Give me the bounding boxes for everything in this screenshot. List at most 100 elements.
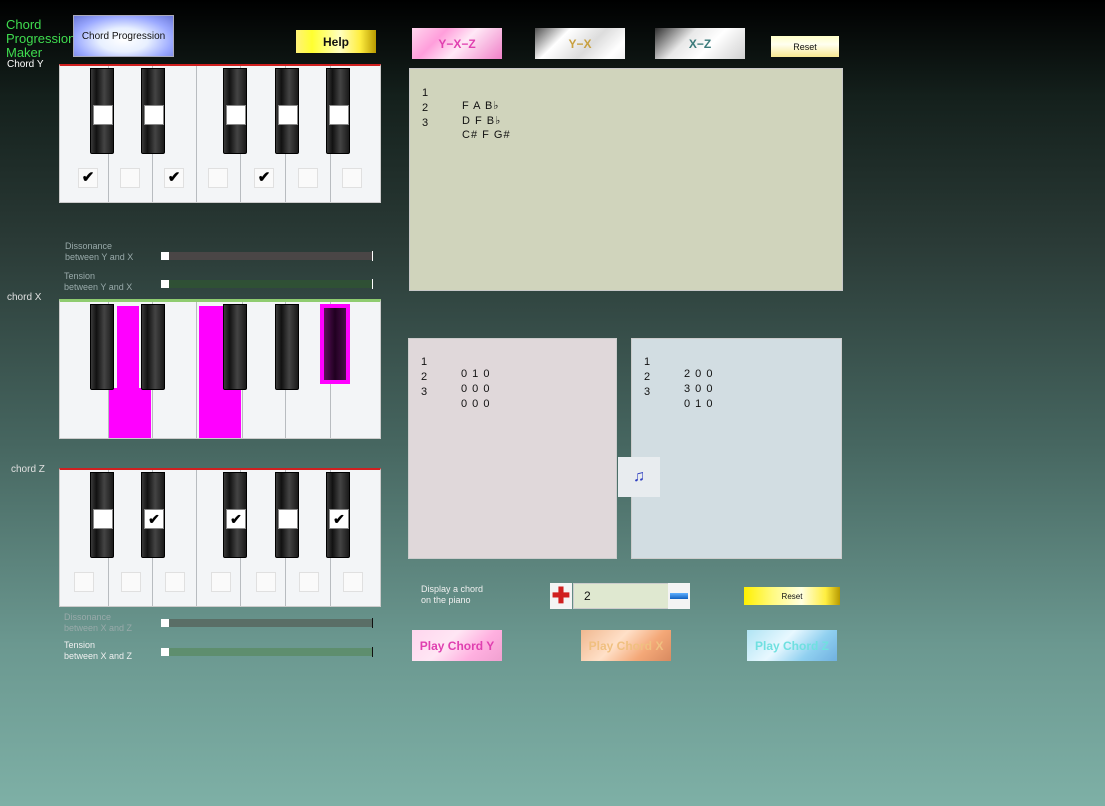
piano-chord-x[interactable] bbox=[59, 299, 381, 439]
help-button[interactable]: Help bbox=[296, 30, 376, 53]
dissonance-xz-line2: between X and Z bbox=[64, 623, 133, 633]
list-item[interactable]: 3 0 0 0 bbox=[421, 374, 489, 410]
play-chord-x-button[interactable]: Play Chord X bbox=[581, 630, 671, 661]
chord-number-input[interactable]: 2 bbox=[573, 583, 678, 609]
tab-x-z[interactable]: X−Z bbox=[655, 28, 745, 59]
tab-y-x[interactable]: Y−X bbox=[535, 28, 625, 59]
list-item-value: 0 0 0 bbox=[461, 398, 491, 410]
key-checkbox[interactable] bbox=[93, 105, 113, 125]
chord-y-label: Chord Y bbox=[7, 59, 44, 70]
tension-yx-thumb[interactable] bbox=[161, 280, 169, 288]
tension-xz-label: Tension between X and Z bbox=[64, 640, 132, 662]
key-checkbox-checked[interactable]: ✔ bbox=[226, 509, 246, 529]
black-key[interactable]: ✔ bbox=[223, 472, 247, 558]
key-checkbox[interactable] bbox=[343, 572, 363, 592]
chord-progression-button[interactable]: Chord Progression bbox=[73, 15, 174, 57]
black-key[interactable] bbox=[223, 304, 247, 390]
chord-list[interactable]: 1 F A B♭ 2 D F B♭ 3 C# F G# bbox=[409, 68, 843, 291]
key-checkbox-checked[interactable]: ✔ bbox=[329, 509, 349, 529]
key-checkbox[interactable] bbox=[256, 572, 276, 592]
display-chord-line1: Display a chord bbox=[421, 584, 484, 594]
black-key[interactable] bbox=[275, 304, 299, 390]
key-checkbox[interactable] bbox=[120, 168, 140, 188]
list-item[interactable]: 1 0 1 0 bbox=[421, 344, 489, 380]
reset-button-bottom[interactable]: Reset bbox=[744, 587, 840, 605]
slider-end-mark bbox=[372, 279, 373, 289]
list-item[interactable]: 1 F A B♭ bbox=[422, 75, 498, 112]
key-checkbox-checked[interactable]: ✔ bbox=[144, 509, 164, 529]
list-item-notes: D F B♭ bbox=[462, 115, 502, 127]
black-key[interactable] bbox=[326, 68, 350, 154]
tension-yx-label: Tension between Y and X bbox=[64, 271, 132, 293]
chord-x-label: chord X bbox=[7, 292, 42, 303]
black-key[interactable] bbox=[90, 472, 114, 558]
list-item-value: 0 1 0 bbox=[461, 368, 491, 380]
reset-button-top[interactable]: Reset bbox=[771, 36, 839, 57]
right-value-list[interactable]: 1 2 0 0 2 3 0 0 3 0 1 0 bbox=[631, 338, 842, 559]
display-chord-line2: on the piano bbox=[421, 595, 471, 605]
piano-chord-z[interactable]: ✔ ✔ ✔ bbox=[59, 468, 381, 607]
slider-end-mark bbox=[372, 647, 373, 657]
highlighted-black-key[interactable] bbox=[320, 304, 350, 384]
key-checkbox[interactable] bbox=[278, 105, 298, 125]
key-checkbox[interactable] bbox=[278, 509, 298, 529]
black-key[interactable] bbox=[141, 304, 165, 390]
app-title-line3: Maker bbox=[6, 45, 43, 60]
key-checkbox-checked[interactable]: ✔ bbox=[78, 168, 98, 188]
list-item[interactable]: 2 3 0 0 bbox=[644, 359, 712, 395]
tension-yx-slider[interactable] bbox=[161, 280, 372, 288]
app-title-line2: Progression bbox=[6, 31, 76, 46]
highlight-extension bbox=[199, 306, 223, 390]
key-checkbox[interactable] bbox=[299, 572, 319, 592]
minus-icon[interactable] bbox=[668, 583, 690, 609]
black-key[interactable]: ✔ bbox=[326, 472, 350, 558]
key-checkbox[interactable] bbox=[121, 572, 141, 592]
black-key[interactable] bbox=[223, 68, 247, 154]
key-checkbox[interactable] bbox=[226, 105, 246, 125]
tension-xz-line1: Tension bbox=[64, 640, 96, 650]
key-checkbox-checked[interactable]: ✔ bbox=[164, 168, 184, 188]
list-item[interactable]: 3 C# F G# bbox=[422, 105, 510, 141]
key-checkbox[interactable] bbox=[342, 168, 362, 188]
black-key[interactable] bbox=[275, 472, 299, 558]
black-key[interactable]: ✔ bbox=[141, 472, 165, 558]
dissonance-xz-thumb[interactable] bbox=[161, 619, 169, 627]
key-checkbox[interactable] bbox=[211, 572, 231, 592]
key-checkbox[interactable] bbox=[93, 509, 113, 529]
black-key[interactable] bbox=[275, 68, 299, 154]
left-value-list[interactable]: 1 0 1 0 2 0 0 0 3 0 0 0 bbox=[408, 338, 617, 559]
play-chord-y-button[interactable]: Play Chord Y bbox=[412, 630, 502, 661]
tension-xz-slider[interactable] bbox=[161, 648, 372, 656]
key-checkbox[interactable] bbox=[208, 168, 228, 188]
key-checkbox[interactable] bbox=[165, 572, 185, 592]
music-notes-icon[interactable]: ♫ bbox=[618, 457, 660, 497]
dissonance-yx-thumb[interactable] bbox=[161, 252, 169, 260]
tab-y-x-z[interactable]: Y−X−Z bbox=[412, 28, 502, 59]
black-key[interactable] bbox=[141, 68, 165, 154]
piano-chord-y[interactable]: ✔ ✔ ✔ bbox=[59, 64, 381, 203]
tension-xz-thumb[interactable] bbox=[161, 648, 169, 656]
list-item-value: 3 0 0 bbox=[684, 383, 714, 395]
key-checkbox[interactable] bbox=[144, 105, 164, 125]
highlighted-white-key[interactable] bbox=[199, 388, 241, 438]
play-chord-z-button[interactable]: Play Chord Z bbox=[747, 630, 837, 661]
key-checkbox-checked[interactable]: ✔ bbox=[254, 168, 274, 188]
dissonance-xz-slider[interactable] bbox=[161, 619, 372, 627]
black-key[interactable] bbox=[90, 304, 114, 390]
list-item[interactable]: 1 2 0 0 bbox=[644, 344, 712, 380]
list-item-value: 0 0 0 bbox=[461, 383, 491, 395]
list-item-notes: C# F G# bbox=[462, 129, 511, 141]
key-checkbox[interactable] bbox=[74, 572, 94, 592]
key-checkbox[interactable] bbox=[298, 168, 318, 188]
dissonance-xz-line1: Dissonance bbox=[64, 612, 112, 622]
list-item[interactable]: 3 0 1 0 bbox=[644, 374, 712, 410]
key-checkbox[interactable] bbox=[329, 105, 349, 125]
list-item[interactable]: 2 D F B♭ bbox=[422, 90, 500, 127]
plus-icon[interactable]: ✚ bbox=[550, 583, 572, 609]
list-item-index: 3 bbox=[644, 386, 651, 398]
list-item[interactable]: 2 0 0 0 bbox=[421, 359, 489, 395]
black-key[interactable] bbox=[90, 68, 114, 154]
dissonance-yx-slider[interactable] bbox=[161, 252, 372, 260]
tension-yx-line2: between Y and X bbox=[64, 282, 133, 292]
highlighted-white-key[interactable] bbox=[109, 388, 151, 438]
